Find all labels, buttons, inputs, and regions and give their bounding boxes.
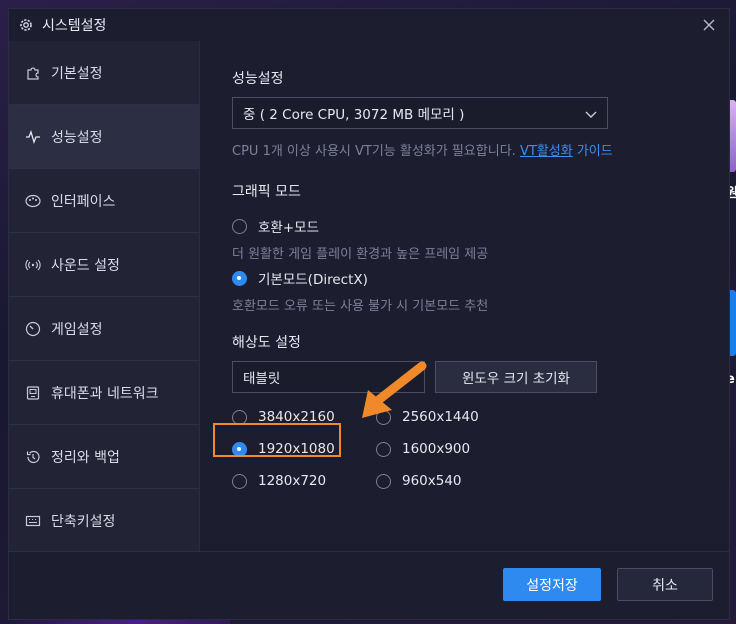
graphics-option-directx[interactable]: 기본모드(DirectX) [232,268,368,288]
graphics-mode-title: 그래픽 모드 [232,184,301,200]
resolution-option-label: 960x540 [402,473,462,489]
sidebar-item-basic[interactable]: 기본설정 [9,41,199,105]
chevron-down-icon [585,111,597,118]
resolution-option-label: 3840x2160 [258,409,335,425]
resolution-mode-select[interactable]: 태블릿 [232,361,425,393]
radio-button[interactable] [232,218,247,234]
radio-button-checked[interactable] [232,270,247,286]
settings-dialog: 시스템설정 기본설정 성능설정 인터페이스 사운드 설정 게임설정 휴대폰과 네… [8,8,730,620]
resolution-title: 해상도 설정 [232,335,301,351]
graphics-option-desc: 호환모드 오류 또는 사용 불가 시 기본모드 추천 [232,299,489,314]
sidebar-item-label: 기본설정 [51,65,103,82]
phone-icon [24,384,42,402]
resolution-option[interactable]: 960x540 [376,473,462,489]
resolution-option[interactable]: 2560x1440 [376,409,479,425]
keyboard-icon [24,512,42,530]
close-button[interactable] [699,15,719,35]
sidebar-item-label: 게임설정 [51,321,103,338]
performance-title: 성능설정 [232,71,284,87]
window-title: 시스템설정 [42,18,107,34]
sidebar-item-phone-network[interactable]: 휴대폰과 네트워크 [9,361,199,425]
graphics-option-label: 기본모드(DirectX) [258,272,368,288]
graphics-option-label: 호환+모드 [258,220,319,236]
radio-button[interactable] [376,441,391,457]
performance-hint-text: CPU 1개 이상 사용시 VT기능 활성화가 필요합니다. [232,144,516,159]
resolution-option[interactable]: 1920x1080 [232,441,335,457]
resolution-option-label: 1920x1080 [258,441,335,457]
graphics-option-compat[interactable]: 호환+모드 [232,216,319,236]
sidebar-item-label: 휴대폰과 네트워크 [51,385,159,402]
cancel-button[interactable]: 취소 [617,568,713,601]
sidebar-item-backup[interactable]: 정리와 백업 [9,425,199,489]
sound-icon [24,256,42,274]
resolution-option[interactable]: 1600x900 [376,441,470,457]
vt-enable-link[interactable]: VT활성화 [520,144,573,159]
sidebar-item-label: 정리와 백업 [51,449,120,466]
graphics-option-desc: 더 원활한 게임 플레이 환경과 높은 프레임 제공 [232,247,489,262]
radio-button[interactable] [376,473,391,489]
resolution-option-label: 1600x900 [402,441,471,457]
dialog-footer: 설정저장 취소 [9,551,729,619]
sidebar-item-shortcuts[interactable]: 단축키설정 [9,489,199,553]
radio-button[interactable] [232,473,247,489]
performance-select[interactable]: 중 ( 2 Core CPU, 3072 MB 메모리 ) [232,97,608,129]
resolution-option-label: 1280x720 [258,473,327,489]
radio-button[interactable] [232,409,247,425]
save-settings-button[interactable]: 설정저장 [503,568,601,601]
resolution-option[interactable]: 3840x2160 [232,409,335,425]
puzzle-icon [24,64,42,82]
sidebar-item-game[interactable]: 게임설정 [9,297,199,361]
performance-hint: CPU 1개 이상 사용시 VT기능 활성화가 필요합니다. VT활성화 가이드 [232,140,613,159]
settings-content: 성능설정 중 ( 2 Core CPU, 3072 MB 메모리 ) CPU 1… [201,41,729,552]
radio-button[interactable] [376,409,391,425]
sidebar-item-label: 인터페이스 [51,193,116,210]
title-bar: 시스템설정 [9,9,729,41]
resolution-option[interactable]: 1280x720 [232,473,326,489]
sidebar-item-interface[interactable]: 인터페이스 [9,169,199,233]
sidebar-item-performance[interactable]: 성능설정 [9,105,199,169]
gear-icon [20,19,32,31]
reset-window-size-button[interactable]: 윈도우 크기 초기화 [435,361,597,393]
close-icon [703,19,715,31]
radio-button-checked[interactable] [232,441,247,457]
pulse-icon [24,128,42,146]
sidebar-item-sound[interactable]: 사운드 설정 [9,233,199,297]
history-icon [24,448,42,466]
sidebar-item-label: 성능설정 [51,129,103,146]
sidebar: 기본설정 성능설정 인터페이스 사운드 설정 게임설정 휴대폰과 네트워크 정리… [9,41,200,553]
resolution-option-label: 2560x1440 [402,409,479,425]
sidebar-item-label: 사운드 설정 [51,257,120,274]
performance-select-value: 중 ( 2 Core CPU, 3072 MB 메모리 ) [243,107,465,123]
sidebar-item-label: 단축키설정 [51,513,116,530]
gauge-icon [24,320,42,338]
guide-link[interactable]: 가이드 [577,144,613,159]
palette-icon [24,192,42,210]
chevron-down-icon [402,375,414,382]
resolution-mode-value: 태블릿 [243,371,281,387]
